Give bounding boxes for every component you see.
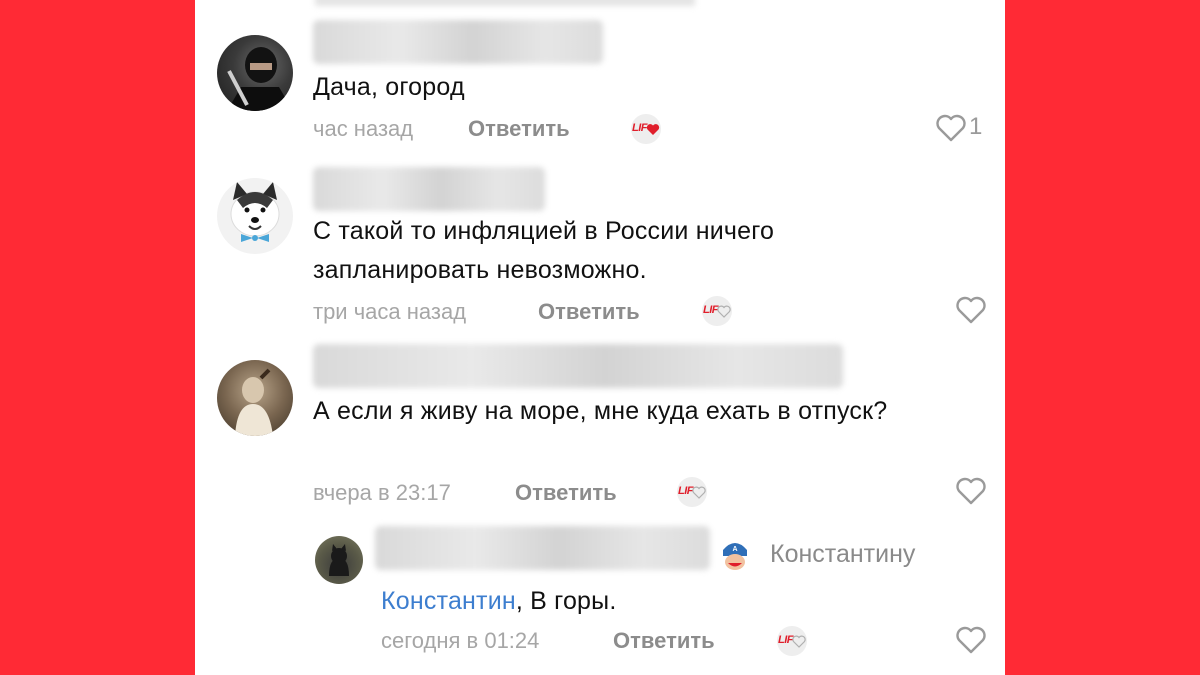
lif-label: LIF — [778, 634, 794, 646]
reply-to-name[interactable]: Константину — [770, 540, 915, 569]
comment-text: Дача, огород — [313, 73, 465, 101]
avatar[interactable] — [217, 178, 293, 254]
reply-button[interactable]: Ответить — [613, 628, 715, 654]
person-silhouette-icon — [227, 47, 293, 111]
author-name-blurred[interactable] — [375, 526, 710, 570]
captain-mask-icon: A — [723, 543, 747, 570]
heart-outline-icon — [792, 635, 806, 648]
comment-text: С такой то инфляцией в России ничего зап… — [313, 217, 775, 284]
comment-time: сегодня в 01:24 — [381, 628, 540, 653]
like-button[interactable] — [955, 296, 995, 324]
lif-label: LIF — [703, 304, 719, 316]
comment-item: А если я живу на море, мне куда ехать в … — [195, 340, 1005, 520]
heart-outline-icon — [692, 486, 706, 499]
comment-time: три часа назад — [313, 299, 467, 324]
svg-text:A: A — [732, 546, 737, 553]
mention-link[interactable]: Константин — [381, 587, 516, 615]
avatar[interactable] — [315, 536, 363, 584]
lif-reaction-button[interactable]: LIF — [777, 626, 807, 656]
heart-outline-icon — [717, 305, 731, 318]
like-count: 1 — [969, 113, 983, 140]
author-name-blurred[interactable] — [313, 20, 603, 64]
husky-dog-icon — [230, 182, 280, 242]
reply-to-avatar[interactable]: A — [717, 536, 753, 572]
comment-time: вчера в 23:17 — [313, 480, 451, 505]
comment-text: А если я живу на море, мне куда ехать в … — [313, 397, 888, 425]
author-name-blurred[interactable] — [313, 167, 545, 211]
lif-label: LIF — [678, 485, 694, 497]
vintage-photo-icon — [235, 368, 273, 436]
avatar[interactable] — [217, 360, 293, 436]
lif-reaction-button[interactable]: LIF — [677, 477, 707, 507]
heart-icon — [956, 477, 986, 505]
heart-filled-icon — [646, 124, 660, 135]
avatar[interactable] — [217, 35, 293, 111]
reply-button[interactable]: Ответить — [468, 116, 570, 142]
heart-icon — [956, 296, 986, 324]
reply-text: Константин, В горы. — [381, 582, 981, 621]
heart-icon — [936, 114, 966, 142]
heart-icon — [956, 626, 986, 654]
like-button[interactable] — [955, 477, 995, 505]
comment-item: Дача, огород час назад Ответить LIF 1 — [195, 0, 1005, 165]
reply-button[interactable]: Ответить — [515, 480, 617, 506]
lif-reaction-button[interactable]: LIF — [702, 296, 732, 326]
reply-button[interactable]: Ответить — [538, 299, 640, 325]
like-button[interactable]: 1 — [935, 113, 995, 142]
like-button[interactable] — [955, 626, 995, 654]
comment-item: С такой то инфляцией в России ничего зап… — [195, 165, 1005, 345]
reply-item: A Константину Константин, В горы. сегодн… — [195, 520, 1005, 675]
cat-icon — [329, 544, 349, 576]
lif-reaction-button[interactable]: LIF — [631, 114, 661, 144]
reply-body: , В горы. — [515, 587, 617, 615]
comments-panel: Дача, огород час назад Ответить LIF 1 С … — [195, 0, 1005, 675]
lif-label: LIF — [632, 122, 648, 134]
author-name-blurred[interactable] — [313, 344, 843, 388]
comment-time: час назад — [313, 116, 414, 141]
